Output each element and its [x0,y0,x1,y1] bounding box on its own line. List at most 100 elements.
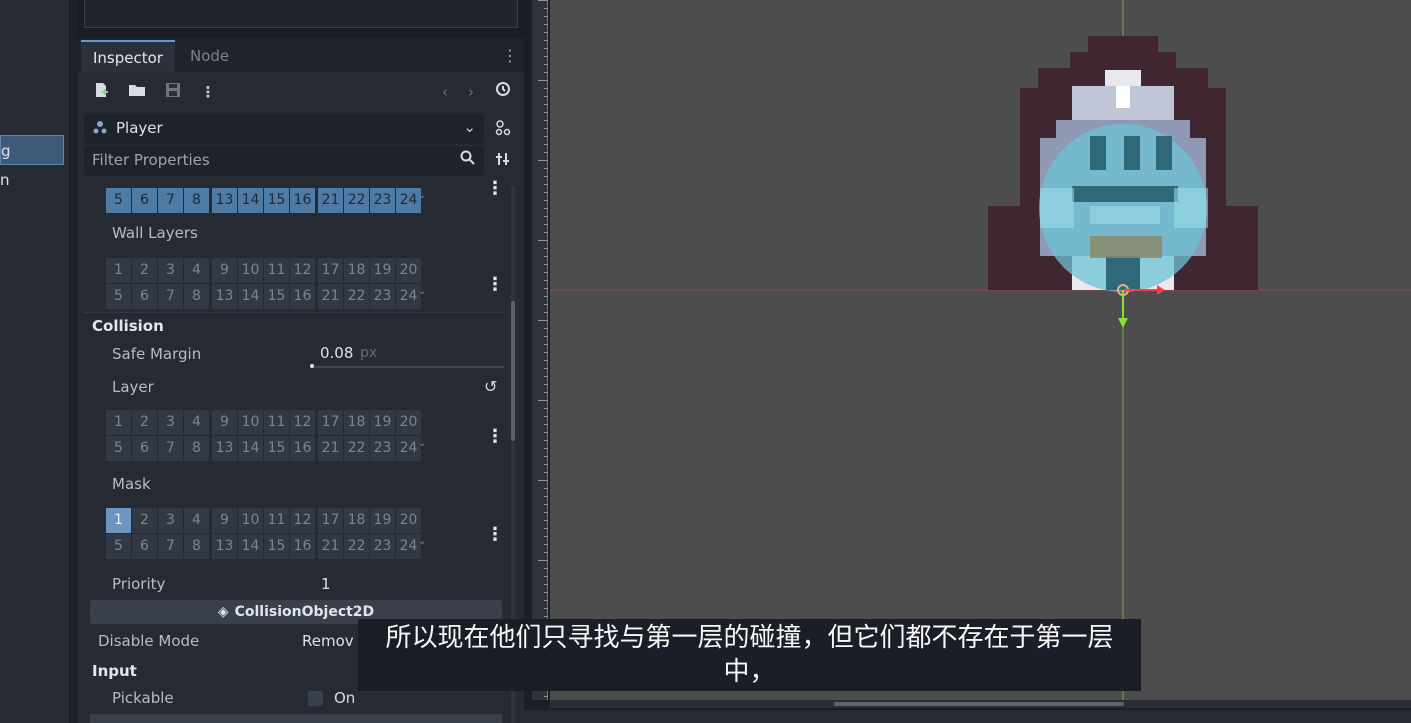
layer-cell-9[interactable]: 9 [212,410,237,435]
layer-cell-19[interactable]: 19 [370,258,395,283]
layer-cell-7[interactable]: 7 [158,284,183,309]
layer-cell-21[interactable]: 21 [318,436,343,461]
layer-cell-17[interactable]: 17 [318,410,343,435]
layer-cell-6[interactable]: 6 [132,436,157,461]
layer-cell-7[interactable]: 7 [158,534,183,559]
grid-menu-icon[interactable]: ⋮ [486,426,504,447]
layer-cell-2[interactable]: 2 [132,508,157,533]
chevron-down-icon[interactable]: ⌄ [418,536,426,547]
layer-cell-10[interactable]: 10 [238,410,263,435]
dock-menu-icon[interactable]: ⋮ [502,46,518,65]
layer-cell-1[interactable]: 1 [106,508,131,533]
layer-cell-13[interactable]: 13 [212,188,237,213]
layer-cell-5[interactable]: 5 [106,284,131,309]
chevron-down-icon[interactable]: ⌄ [418,286,426,297]
layer-cell-4[interactable]: 4 [184,508,209,533]
object-selector[interactable]: Player ⌄ [84,114,484,144]
layer-cell-12[interactable]: 12 [290,410,315,435]
tab-node[interactable]: Node [178,40,241,72]
horizontal-scrollbar[interactable] [550,700,1411,708]
layer-cell-15[interactable]: 15 [264,436,289,461]
layer-cell-13[interactable]: 13 [212,284,237,309]
layer-cell-7[interactable]: 7 [158,188,183,213]
safe-margin-field[interactable]: 0.08 px [310,342,504,368]
scene-tree-item[interactable]: n [0,165,64,195]
layer-cell-4[interactable]: 4 [184,410,209,435]
script-search-icon[interactable] [492,118,514,140]
layer-cell-22[interactable]: 22 [344,436,369,461]
layer-cell-20[interactable]: 20 [396,410,421,435]
layer-cell-23[interactable]: 23 [370,284,395,309]
layer-cell-3[interactable]: 3 [158,508,183,533]
disable-mode-value[interactable]: Remov [302,632,354,650]
layer-cell-10[interactable]: 10 [238,258,263,283]
layer-cell-14[interactable]: 14 [238,534,263,559]
layer-cell-17[interactable]: 17 [318,508,343,533]
layer-cell-9[interactable]: 9 [212,258,237,283]
layer-cell-6[interactable]: 6 [132,188,157,213]
grid-menu-icon[interactable]: ⋮ [486,524,504,545]
wall-layers-grid[interactable]: 1 5 2 6 3 7 4 8 9 13 10 14 11 15 12 16 17 21 18 22 19 23 20 24 ⌄ [106,258,426,310]
layer-cell-18[interactable]: 18 [344,508,369,533]
tools-icon[interactable] [492,151,514,173]
layer-cell-8[interactable]: 8 [184,284,209,309]
floor-layers-grid[interactable]: 5 6 7 8 13 14 15 16 21 22 23 24 ⌄ [106,180,426,214]
layer-cell-13[interactable]: 13 [212,534,237,559]
pickable-checkbox[interactable] [308,691,323,706]
layer-cell-16[interactable]: 16 [290,284,315,309]
layer-cell-2[interactable]: 2 [132,410,157,435]
more-icon[interactable]: ⋮ [197,81,219,103]
layer-cell-8[interactable]: 8 [184,534,209,559]
chevron-down-icon[interactable]: ⌄ [418,438,426,449]
layer-cell-6[interactable]: 6 [132,534,157,559]
layer-cell-7[interactable]: 7 [158,436,183,461]
revert-icon[interactable]: ↺ [484,377,497,396]
layer-cell-23[interactable]: 23 [370,188,395,213]
layer-cell-19[interactable]: 19 [370,410,395,435]
grid-menu-icon[interactable]: ⋮ [486,180,504,199]
layer-cell-4[interactable]: 4 [184,258,209,283]
layer-cell-23[interactable]: 23 [370,436,395,461]
chevron-down-icon[interactable]: ⌄ [418,190,426,201]
save-icon[interactable] [162,82,184,104]
layer-cell-11[interactable]: 11 [264,410,289,435]
next-section-header[interactable] [90,714,502,723]
layer-cell-21[interactable]: 21 [318,534,343,559]
layer-cell-15[interactable]: 15 [264,284,289,309]
collision-mask-grid[interactable]: 1 5 2 6 3 7 4 8 9 13 10 14 11 15 12 16 17 21 18 22 19 23 20 24 ⌄ [106,508,426,560]
new-resource-icon[interactable] [90,82,112,104]
layer-cell-20[interactable]: 20 [396,508,421,533]
layer-cell-5[interactable]: 5 [106,436,131,461]
layer-cell-3[interactable]: 3 [158,410,183,435]
layer-cell-16[interactable]: 16 [290,534,315,559]
layer-cell-20[interactable]: 20 [396,258,421,283]
history-forward-icon[interactable]: › [460,81,482,103]
layer-cell-14[interactable]: 14 [238,284,263,309]
layer-cell-22[interactable]: 22 [344,284,369,309]
layer-cell-12[interactable]: 12 [290,258,315,283]
grid-menu-icon[interactable]: ⋮ [486,274,504,295]
safe-margin-slider[interactable] [310,366,504,368]
history-back-icon[interactable]: ‹ [434,81,456,103]
layer-cell-15[interactable]: 15 [264,534,289,559]
layer-cell-12[interactable]: 12 [290,508,315,533]
layer-cell-21[interactable]: 21 [318,188,343,213]
layer-cell-16[interactable]: 16 [290,188,315,213]
layer-cell-2[interactable]: 2 [132,258,157,283]
collision-layer-grid[interactable]: 1 5 2 6 3 7 4 8 9 13 10 14 11 15 12 16 17 21 18 22 19 23 20 24 ⌄ [106,410,426,462]
tab-inspector[interactable]: Inspector [81,40,175,72]
layer-cell-13[interactable]: 13 [212,436,237,461]
layer-cell-21[interactable]: 21 [318,284,343,309]
layer-cell-3[interactable]: 3 [158,258,183,283]
canvas-area[interactable] [550,0,1411,700]
safe-margin-slider-knob[interactable] [310,364,314,368]
layer-cell-11[interactable]: 11 [264,258,289,283]
scrollbar-thumb[interactable] [511,301,515,441]
layer-cell-14[interactable]: 14 [238,436,263,461]
layer-cell-1[interactable]: 1 [106,410,131,435]
layer-cell-5[interactable]: 5 [106,534,131,559]
scrollbar-thumb[interactable] [834,702,1124,706]
layer-cell-22[interactable]: 22 [344,534,369,559]
layer-cell-17[interactable]: 17 [318,258,343,283]
layer-cell-9[interactable]: 9 [212,508,237,533]
